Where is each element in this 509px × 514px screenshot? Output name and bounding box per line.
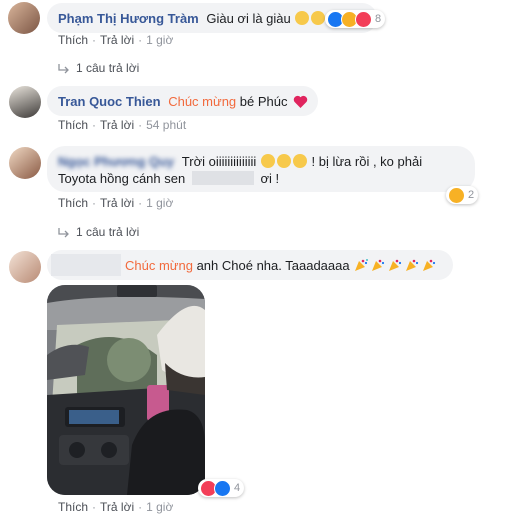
avatar[interactable] [9, 86, 41, 118]
reaction-summary[interactable]: 4 [198, 479, 245, 497]
party-popper-icon [389, 259, 402, 271]
timestamp[interactable]: 1 giờ [146, 33, 173, 47]
love-reaction-icon [355, 10, 372, 28]
reply-link[interactable]: Trả lời [100, 118, 134, 132]
redacted-name [191, 171, 254, 185]
reply-link[interactable]: Trả lời [100, 500, 134, 514]
grin-emoji-icon [311, 11, 326, 25]
comment-author[interactable]: Ngọc Phương Quy [58, 154, 174, 169]
reply-link[interactable]: Trả lời [100, 33, 134, 47]
reaction-summary[interactable]: 2 [446, 186, 479, 204]
like-link[interactable]: Thích [58, 33, 88, 47]
comment-photo[interactable] [47, 285, 205, 495]
view-replies-link[interactable]: 1 câu trả lời [58, 61, 139, 75]
reply-arrow-icon [58, 63, 69, 74]
view-replies-link[interactable]: 1 câu trả lời [58, 225, 139, 239]
grin-emoji-icon [295, 11, 310, 25]
astonished-emoji-icon [260, 154, 275, 168]
timestamp[interactable]: 1 giờ [146, 500, 173, 514]
comment-text: Toyota hồng cánh sen [58, 171, 186, 186]
reply-link[interactable]: Trả lời [100, 196, 134, 210]
comment-bubble: Chúc mừng anh Choé nha. Taaadaaaa [47, 250, 453, 280]
replies-count: 1 câu trả lời [76, 61, 140, 75]
like-link[interactable]: Thích [58, 500, 88, 514]
party-popper-icon [355, 259, 369, 271]
timestamp[interactable]: 54 phút [146, 118, 186, 132]
comment-bubble: Ngọc Phương Quy Trời oiiiiiiiiiiiiii ! b… [47, 146, 475, 192]
comment-text: ! bị lừa rồi , ko phải [311, 154, 423, 169]
comment-actions: Thích · Trả lời · 1 giờ [58, 33, 174, 47]
like-link[interactable]: Thích [58, 118, 88, 132]
reaction-count: 2 [468, 189, 475, 201]
reply-arrow-icon [58, 227, 69, 238]
party-popper-icon [406, 259, 419, 271]
comment-actions: Thích · Trả lời · 54 phút [58, 118, 187, 132]
comment-text: ơi ! [260, 171, 280, 186]
comment-text: Giàu ơi là giàu [206, 11, 291, 26]
heart-icon [293, 95, 308, 108]
comment-actions: Thích · Trả lời · 1 giờ [58, 500, 174, 514]
mention-text[interactable]: Chúc mừng [125, 258, 193, 273]
mention-text[interactable]: Chúc mừng [168, 94, 236, 109]
avatar[interactable] [8, 2, 40, 34]
replies-count: 1 câu trả lời [76, 225, 140, 239]
timestamp[interactable]: 1 giờ [146, 196, 173, 210]
comment-author[interactable]: Phạm Thị Hương Tràm [58, 11, 199, 26]
comment-text: bé Phúc [239, 94, 288, 109]
like-reaction-icon [214, 479, 231, 497]
avatar[interactable] [9, 147, 41, 179]
reaction-count: 4 [234, 482, 241, 494]
comment-bubble: Tran Quoc Thien Chúc mừng bé Phúc [47, 86, 318, 116]
avatar[interactable] [9, 251, 41, 283]
comment-actions: Thích · Trả lời · 1 giờ [58, 196, 174, 210]
reaction-count: 8 [375, 13, 382, 25]
comment-line-2: Toyota hồng cánh sen ơi ! [58, 171, 279, 186]
comment-text: anh Choé nha. Taaadaaaa [196, 258, 350, 273]
dizzy-face-emoji-icon [292, 154, 307, 168]
comment-author[interactable]: Tran Quoc Thien [58, 94, 161, 109]
comment-text: Trời oiiiiiiiiiiiiii [181, 154, 257, 169]
redacted-name [51, 254, 121, 276]
party-popper-icon [423, 259, 436, 271]
haha-reaction-icon [448, 186, 465, 204]
astonished-emoji-icon [276, 154, 291, 168]
car-interior-photo [47, 285, 205, 495]
party-popper-icon [372, 259, 385, 271]
reaction-summary[interactable]: 8 [325, 10, 386, 28]
comment-line-1: Ngọc Phương Quy Trời oiiiiiiiiiiiiii ! b… [58, 154, 422, 169]
like-link[interactable]: Thích [58, 196, 88, 210]
